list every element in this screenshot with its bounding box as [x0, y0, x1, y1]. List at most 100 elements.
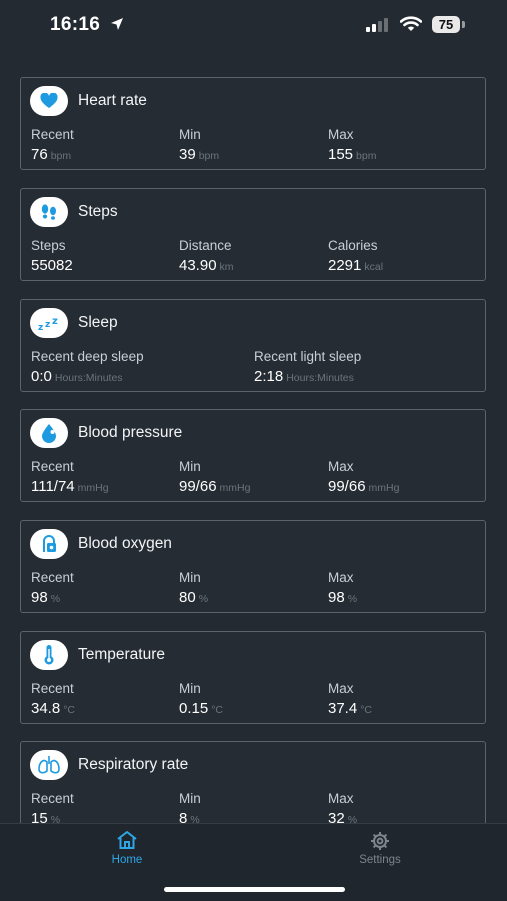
tab-home-label: Home: [111, 854, 143, 866]
metric-max: Max 155 bpm: [328, 127, 376, 164]
card-title: Heart rate: [78, 92, 147, 109]
metric-unit: %: [347, 593, 358, 605]
metric-max: Max 99/66 mmHg: [328, 459, 399, 496]
respiratory-rate-card[interactable]: Respiratory rate Recent 15% Min 8% Max 3…: [20, 741, 486, 824]
blood-drop-icon: [30, 418, 68, 448]
svg-text:z: z: [38, 323, 43, 331]
metric-label: Min: [179, 570, 201, 585]
metric-label: Recent: [31, 791, 74, 806]
metric-label: Max: [328, 127, 354, 142]
metric-max: Max 98%: [328, 570, 357, 607]
metric-min: Min 99/66 mmHg: [179, 459, 250, 496]
metric-value: 15: [31, 810, 48, 824]
metric-unit: km: [219, 261, 234, 273]
metric-unit: bpm: [50, 150, 72, 162]
metric-label: Recent: [31, 681, 74, 696]
metric-min: Min 39 bpm: [179, 127, 219, 164]
metric-label: Recent: [31, 127, 74, 142]
lungs-icon: [30, 750, 68, 780]
metric-label: Steps: [31, 238, 66, 253]
metric-value: 2291: [328, 257, 362, 274]
metric-label: Distance: [179, 238, 232, 253]
metric-label: Max: [328, 570, 354, 585]
metric-min: Min 80%: [179, 570, 208, 607]
metric-value: 55082: [31, 257, 73, 274]
tab-home[interactable]: Home: [67, 824, 187, 884]
metric-label: Calories: [328, 238, 378, 253]
metric-value: 32: [328, 810, 345, 824]
metric-value: 99/66: [328, 478, 366, 495]
metric-unit: °C: [63, 704, 75, 716]
metric-recent: Recent 98%: [31, 570, 74, 607]
metric-unit: %: [198, 593, 209, 605]
metric-value: 98: [31, 589, 48, 606]
metric-recent: Recent 111/74 mmHg: [31, 459, 109, 496]
card-title: Blood pressure: [78, 424, 183, 441]
metric-unit: mmHg: [219, 482, 251, 494]
metric-value: 39: [179, 146, 196, 163]
metric-label: Min: [179, 681, 201, 696]
metric-value: 155: [328, 146, 354, 163]
metric-calories: Calories 2291 kcal: [328, 238, 383, 275]
metric-unit: bpm: [198, 150, 220, 162]
temperature-card[interactable]: Temperature Recent 34.8 °C Min 0.15 °C Max…: [20, 631, 486, 724]
metric-value: 37.4: [328, 700, 358, 717]
metric-light-sleep: Recent light sleep 2:18 Hours:Minutes: [254, 349, 361, 386]
metric-label: Recent: [31, 459, 74, 474]
metric-max: Max 37.4 °C: [328, 681, 372, 718]
metric-label: Min: [179, 127, 201, 142]
steps-card[interactable]: Steps Steps 55082 Distance 43.90 km Calor…: [20, 188, 486, 281]
blood-pressure-card[interactable]: Blood pressure Recent 111/74 mmHg Min 99/…: [20, 409, 486, 502]
health-cards-list[interactable]: Heart rate Recent 76 bpm Min 39 bpm Max 15…: [0, 0, 507, 824]
tab-settings[interactable]: Settings: [320, 824, 440, 884]
metric-value: 111/74: [31, 478, 75, 495]
metric-value: 2:18: [254, 368, 284, 385]
metric-value: 80: [179, 589, 196, 606]
svg-text:z: z: [45, 320, 50, 330]
metric-recent: Recent 15%: [31, 791, 74, 824]
metric-value: 0:0: [31, 368, 52, 385]
sleep-zzz-icon: z z z: [30, 308, 68, 338]
metric-label: Max: [328, 791, 354, 806]
metric-recent: Recent 34.8 °C: [31, 681, 75, 718]
metric-label: Recent: [31, 570, 74, 585]
metric-label: Min: [179, 791, 201, 806]
metric-unit: kcal: [364, 261, 384, 273]
home-icon: [116, 830, 138, 855]
metric-value: 76: [31, 146, 48, 163]
metric-label: Recent deep sleep: [31, 349, 144, 364]
card-title: Respiratory rate: [78, 756, 189, 773]
footprints-icon: [30, 197, 68, 227]
metric-value: 0.15: [179, 700, 209, 717]
heart-icon: [30, 86, 68, 116]
metric-unit: Hours:Minutes: [286, 372, 354, 384]
metric-value: 99/66: [179, 478, 217, 495]
metric-min: Min 0.15 °C: [179, 681, 223, 718]
metric-unit: mmHg: [77, 482, 109, 494]
metric-unit: °C: [360, 704, 372, 716]
card-title: Temperature: [78, 646, 166, 663]
metric-min: Min 8%: [179, 791, 201, 824]
thermometer-icon: [30, 640, 68, 670]
metric-label: Max: [328, 459, 354, 474]
metric-unit: %: [50, 593, 61, 605]
metric-steps: Steps 55082: [31, 238, 76, 275]
card-title: Steps: [78, 203, 118, 220]
metric-value: 34.8: [31, 700, 61, 717]
metric-max: Max 32%: [328, 791, 357, 824]
gear-icon: [369, 830, 391, 857]
sleep-card[interactable]: z z z Sleep Recent deep sleep 0:0 Hours:M…: [20, 299, 486, 392]
metric-label: Recent light sleep: [254, 349, 362, 364]
heart-rate-card[interactable]: Heart rate Recent 76 bpm Min 39 bpm Max 15…: [20, 77, 486, 170]
blood-oxygen-card[interactable]: Blood oxygen Recent 98% Min 80% Max 98%: [20, 520, 486, 613]
metric-deep-sleep: Recent deep sleep 0:0 Hours:Minutes: [31, 349, 144, 386]
metric-unit: °C: [211, 704, 223, 716]
metric-recent: Recent 76 bpm: [31, 127, 74, 164]
metric-label: Max: [328, 681, 354, 696]
metric-unit: mmHg: [368, 482, 400, 494]
blood-oxygen-icon: [30, 529, 68, 559]
metric-value: 8: [179, 810, 188, 824]
tab-settings-label: Settings: [359, 854, 401, 866]
home-indicator[interactable]: [164, 887, 345, 892]
metric-value: 43.90: [179, 257, 217, 274]
